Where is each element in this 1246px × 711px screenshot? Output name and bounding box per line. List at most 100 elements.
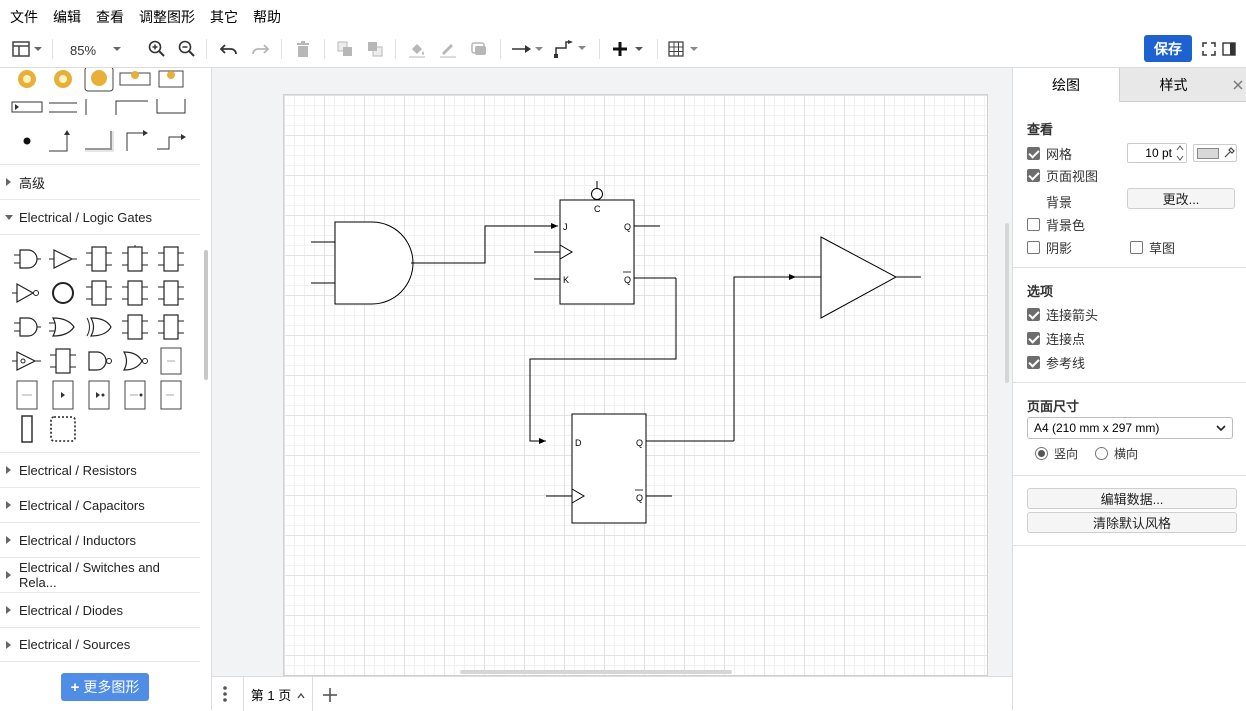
shape-buffer[interactable] [46, 244, 80, 274]
menu-view[interactable]: 查看 [96, 7, 124, 27]
shape-gear[interactable] [46, 68, 80, 94]
menu-arrange[interactable]: 调整图形 [139, 7, 195, 27]
shape-double-line[interactable] [46, 92, 80, 122]
shape-dashed-block[interactable] [46, 414, 80, 444]
format-panel-toggle-icon[interactable] [10, 38, 44, 60]
insert-icon[interactable] [611, 38, 647, 60]
shape-flipflop[interactable] [118, 244, 152, 274]
grid-size-stepper-icon[interactable] [1175, 144, 1185, 165]
shape-step-arrow[interactable] [154, 126, 188, 156]
shape-rect-label[interactable] [118, 68, 152, 94]
page-view-checkbox[interactable] [1027, 168, 1040, 182]
more-shapes-button[interactable]: + 更多图形 [61, 673, 149, 701]
page-view-option[interactable]: 页面视图 [1027, 166, 1098, 184]
grid-checkbox[interactable] [1027, 146, 1040, 160]
shape-xor-gate[interactable] [82, 312, 116, 342]
grid-option[interactable]: 网格 [1027, 144, 1072, 162]
section-resistors[interactable]: Electrical / Resistors [0, 452, 200, 487]
shape-flipflop[interactable] [118, 312, 152, 342]
shape-elbow-arrow[interactable] [118, 126, 152, 156]
page-menu-icon[interactable] [222, 685, 228, 706]
shape-flipflop[interactable] [46, 346, 80, 376]
fullscreen-icon[interactable] [1200, 38, 1218, 60]
sketch-checkbox[interactable] [1130, 240, 1143, 254]
shape-flipflop[interactable] [154, 312, 188, 342]
guides-checkbox[interactable] [1027, 355, 1040, 369]
to-front-icon[interactable] [334, 38, 356, 60]
shape-bracket[interactable] [114, 92, 148, 122]
shape-gear-selected[interactable] [82, 68, 116, 94]
shape-flipflop[interactable] [118, 278, 152, 308]
shape-nand-gate[interactable] [82, 346, 116, 376]
grid-color-picker[interactable] [1193, 144, 1237, 162]
shape-block-inverter[interactable] [82, 380, 116, 410]
shape-gear[interactable] [10, 68, 44, 94]
d-flipflop[interactable]: D Q Q [546, 413, 734, 524]
clear-default-style-button[interactable]: 清除默认风格 [1027, 512, 1237, 533]
shape-elbow-line[interactable] [46, 126, 80, 156]
portrait-option[interactable]: 竖向 [1035, 445, 1078, 462]
shape-vertical-line[interactable] [82, 92, 116, 122]
landscape-radio[interactable] [1095, 447, 1108, 460]
section-sources[interactable]: Electrical / Sources [0, 627, 200, 662]
connection-arrows-checkbox[interactable] [1027, 307, 1040, 321]
connection-points-option[interactable]: 连接点 [1027, 329, 1085, 347]
shape-schmitt-buffer[interactable] [10, 346, 44, 376]
line-color-icon[interactable] [437, 38, 459, 60]
connection-arrows-option[interactable]: 连接箭头 [1027, 305, 1098, 323]
shadow-option[interactable]: 阴影 [1027, 238, 1072, 256]
section-capacitors[interactable]: Electrical / Capacitors [0, 487, 200, 522]
section-logic-gates[interactable]: Electrical / Logic Gates [0, 199, 200, 234]
shape-u-bracket[interactable] [154, 92, 188, 122]
add-page-icon[interactable] [322, 687, 338, 706]
change-background-button[interactable]: 更改... [1127, 188, 1235, 209]
background-color-checkbox[interactable] [1027, 217, 1040, 231]
menu-help[interactable]: 帮助 [253, 7, 281, 27]
shape-elbow-shadow[interactable] [82, 126, 116, 156]
shape-and-block[interactable] [154, 346, 188, 376]
shape-flipflop[interactable] [82, 278, 116, 308]
shape-thin-block[interactable] [10, 414, 44, 444]
connection-points-checkbox[interactable] [1027, 331, 1040, 345]
zoom-dropdown-icon[interactable] [112, 38, 122, 60]
background-color-option[interactable]: 背景色 [1027, 215, 1085, 233]
shape-flipflop[interactable] [154, 278, 188, 308]
shadow-checkbox[interactable] [1027, 240, 1040, 254]
undo-icon[interactable] [218, 38, 240, 60]
edit-data-button[interactable]: 编辑数据... [1027, 488, 1237, 509]
delete-icon[interactable] [293, 38, 313, 60]
diagram-page[interactable]: C J K Q Q D Q Q [283, 94, 988, 676]
panel-toggle-icon[interactable] [1220, 38, 1238, 60]
zoom-out-icon[interactable] [176, 38, 198, 60]
close-icon[interactable] [1233, 78, 1243, 93]
section-switches[interactable]: Electrical / Switches and Rela... [0, 557, 200, 592]
guides-option[interactable]: 参考线 [1027, 353, 1085, 371]
shape-block-nand[interactable] [10, 380, 44, 410]
portrait-radio[interactable] [1035, 447, 1048, 460]
page-tab[interactable]: 第 1 页 [243, 677, 313, 711]
sketch-option[interactable]: 草图 [1130, 238, 1175, 256]
zoom-level[interactable]: 85% [70, 43, 96, 58]
waypoints-icon[interactable] [554, 38, 588, 60]
chevron-up-icon[interactable] [297, 687, 305, 702]
section-inductors[interactable]: Electrical / Inductors [0, 522, 200, 557]
menu-extras[interactable]: 其它 [210, 7, 238, 27]
shape-connector-box[interactable] [10, 92, 44, 122]
zoom-in-icon[interactable] [146, 38, 168, 60]
shape-dot[interactable] [10, 126, 44, 156]
and-gate[interactable] [311, 221, 414, 305]
shape-nor-gate[interactable] [118, 346, 152, 376]
save-button[interactable]: 保存 [1144, 35, 1192, 62]
tab-style[interactable]: 样式 [1119, 68, 1246, 102]
shadow-icon[interactable] [468, 38, 490, 60]
jk-flipflop[interactable]: C J K Q Q [534, 181, 676, 305]
fill-color-icon[interactable] [406, 38, 428, 60]
wire-and-to-j[interactable] [411, 223, 558, 264]
shape-flipflop[interactable] [154, 244, 188, 274]
horizontal-scrollbar[interactable] [460, 670, 732, 674]
shape-inverter[interactable] [10, 278, 44, 308]
shape-rect-label[interactable] [154, 68, 188, 94]
buffer-gate[interactable] [796, 236, 921, 319]
vertical-scrollbar[interactable] [1005, 223, 1009, 383]
canvas[interactable]: C J K Q Q D Q Q [212, 68, 1012, 676]
